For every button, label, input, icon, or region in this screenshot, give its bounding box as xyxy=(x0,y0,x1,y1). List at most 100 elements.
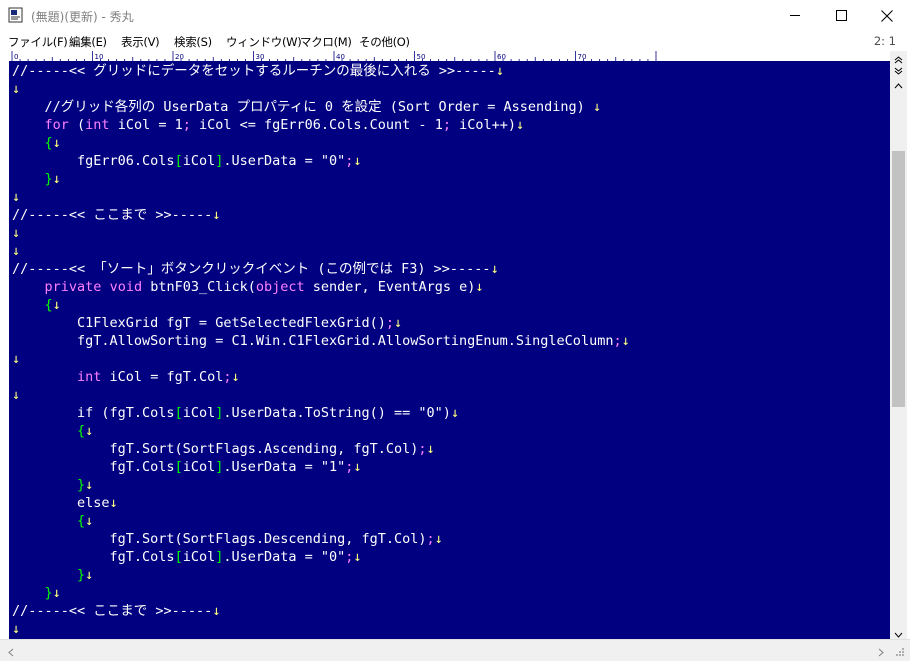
ruler-label: 10 xyxy=(95,53,104,61)
scroll-up-button[interactable] xyxy=(891,78,906,88)
menu-edit[interactable]: 編集(E) xyxy=(69,34,107,50)
code-line[interactable]: //-----<< ここまで >>-----↓ xyxy=(12,602,220,620)
text-editor[interactable]: //-----<< グリッドにデータをセットするルーチンの最後に入れる >>--… xyxy=(9,62,890,639)
keyword-token: int xyxy=(77,369,102,385)
bracket-token: { xyxy=(44,297,53,313)
code-text: btnF03_Click( xyxy=(142,279,256,295)
return-mark: ↓ xyxy=(12,621,21,637)
code-text: fgT.Cols xyxy=(12,549,175,565)
ruler-scale: 0 10 20 30 40 50 60 70 xyxy=(11,51,657,62)
ruler-label: 20 xyxy=(175,53,184,61)
code-line[interactable]: fgT.Cols[iCol].UserData = "0";↓ xyxy=(12,548,362,566)
code-text: C1FlexGrid fgT = GetSelectedFlexGrid() xyxy=(12,315,386,331)
bracket-token: [ xyxy=(174,405,183,421)
ruler-label: 60 xyxy=(497,53,506,61)
code-text: iCol xyxy=(182,153,216,169)
minimize-button[interactable] xyxy=(772,0,818,31)
code-line[interactable]: else↓ xyxy=(12,494,118,512)
code-line[interactable]: }↓ xyxy=(12,566,93,584)
code-text: fgT.Cols xyxy=(12,459,175,475)
vertical-scrollbar[interactable] xyxy=(890,51,907,639)
code-line[interactable]: if (fgT.Cols[iCol].UserData.ToString() =… xyxy=(12,404,459,422)
code-line[interactable]: ↓ xyxy=(12,620,20,638)
code-line[interactable]: int iCol = fgT.Col;↓ xyxy=(12,368,240,386)
menu-window[interactable]: ウィンドウ(W) xyxy=(226,34,302,50)
bracket-token: } xyxy=(77,477,86,493)
code-line[interactable]: ↓ xyxy=(12,350,20,368)
menu-view[interactable]: 表示(V) xyxy=(121,34,160,50)
code-text: iCol++) xyxy=(450,117,516,133)
minimize-icon xyxy=(789,10,801,21)
code-line[interactable]: ↓ xyxy=(12,224,20,242)
return-mark: ↓ xyxy=(495,63,504,79)
code-text: .UserData.ToString() == "0") xyxy=(223,405,451,421)
comment-text: //-----<< ここまで >>----- xyxy=(12,603,213,619)
maximize-button[interactable] xyxy=(818,0,864,31)
title-bar: (無題)(更新) - 秀丸 xyxy=(0,0,910,31)
code-line[interactable]: {↓ xyxy=(12,422,93,440)
code-line[interactable]: ↓ xyxy=(12,386,20,404)
code-line[interactable]: fgErr06.Cols[iCol].UserData = "0";↓ xyxy=(12,152,362,170)
window-title: (無題)(更新) - 秀丸 xyxy=(31,10,134,24)
code-text: iCol xyxy=(182,405,216,421)
scroll-down-double-button[interactable] xyxy=(891,64,906,75)
code-text: //グリッド各列の UserData プロパティに 0 を設定 (Sort Or… xyxy=(12,99,593,115)
code-text: .UserData = "0" xyxy=(223,153,346,169)
code-text: iCol = fgT.Col xyxy=(101,369,224,385)
code-line[interactable]: ↓ xyxy=(12,242,20,260)
return-mark: ↓ xyxy=(353,549,362,565)
code-text: iCol xyxy=(182,549,216,565)
chevron-up-icon xyxy=(894,74,903,93)
code-line[interactable]: for (int iCol = 1; iCol <= fgErr06.Cols.… xyxy=(12,116,525,134)
code-text: if (fgT.Cols xyxy=(12,405,175,421)
code-line[interactable]: //-----<< グリッドにデータをセットするルーチンの最後に入れる >>--… xyxy=(12,62,504,80)
keyword-token: ; xyxy=(613,333,622,349)
code-line[interactable]: fgT.Sort(SortFlags.Ascending, fgT.Col);↓ xyxy=(12,440,435,458)
return-mark: ↓ xyxy=(52,297,61,313)
bracket-token: } xyxy=(44,171,53,187)
code-line[interactable]: {↓ xyxy=(12,512,93,530)
code-text: fgT.Sort(SortFlags.Ascending, fgT.Col) xyxy=(12,441,419,457)
code-line[interactable]: ↓ xyxy=(12,80,20,98)
menu-macro[interactable]: マクロ(M) xyxy=(300,34,352,50)
vertical-scroll-thumb[interactable] xyxy=(892,151,905,407)
close-button[interactable] xyxy=(864,0,910,31)
keyword-token: object xyxy=(255,279,305,295)
code-line[interactable]: {↓ xyxy=(12,134,61,152)
menu-file[interactable]: ファイル(F) xyxy=(8,34,68,50)
return-mark: ↓ xyxy=(516,117,525,133)
menu-search[interactable]: 検索(S) xyxy=(174,34,212,50)
code-line[interactable]: }↓ xyxy=(12,170,61,188)
scroll-right-button[interactable] xyxy=(874,644,888,658)
resize-grip[interactable] xyxy=(893,644,907,658)
code-line[interactable]: fgT.AllowSorting = C1.Win.C1FlexGrid.All… xyxy=(12,332,630,350)
scroll-down-button[interactable] xyxy=(891,627,906,638)
scroll-left-button[interactable] xyxy=(4,644,18,658)
code-line[interactable]: private void btnF03_Click(object sender,… xyxy=(12,278,484,296)
code-line[interactable]: C1FlexGrid fgT = GetSelectedFlexGrid();↓ xyxy=(12,314,402,332)
code-line[interactable]: //-----<< ここまで >>-----↓ xyxy=(12,206,220,224)
menu-other[interactable]: その他(O) xyxy=(359,34,410,50)
code-line[interactable]: {↓ xyxy=(12,296,61,314)
chevron-right-icon xyxy=(878,642,884,661)
code-text: fgT.AllowSorting = C1.Win.C1FlexGrid.All… xyxy=(12,333,614,349)
horizontal-scrollbar[interactable] xyxy=(0,639,910,661)
code-line[interactable]: }↓ xyxy=(12,476,93,494)
code-line[interactable]: //-----<< 「ソート」ボタンクリックイベント (この例では F3) >>… xyxy=(12,260,499,278)
return-mark: ↓ xyxy=(52,171,61,187)
hidemaru-app-icon[interactable] xyxy=(8,7,24,23)
code-line[interactable]: fgT.Sort(SortFlags.Descending, fgT.Col);… xyxy=(12,530,443,548)
ruler-label: 40 xyxy=(336,53,345,61)
code-line[interactable]: ↓ xyxy=(12,188,20,206)
code-line[interactable]: }↓ xyxy=(12,584,61,602)
column-ruler: 0 10 20 30 40 50 60 70 xyxy=(9,51,890,62)
close-icon xyxy=(881,9,893,22)
keyword-token: ; xyxy=(385,315,395,331)
comment-text: //-----<< グリッドにデータをセットするルーチンの最後に入れる >>--… xyxy=(12,63,496,79)
code-line[interactable]: fgT.Cols[iCol].UserData = "1";↓ xyxy=(12,458,362,476)
code-line[interactable]: //グリッド各列の UserData プロパティに 0 を設定 (Sort Or… xyxy=(12,98,602,116)
